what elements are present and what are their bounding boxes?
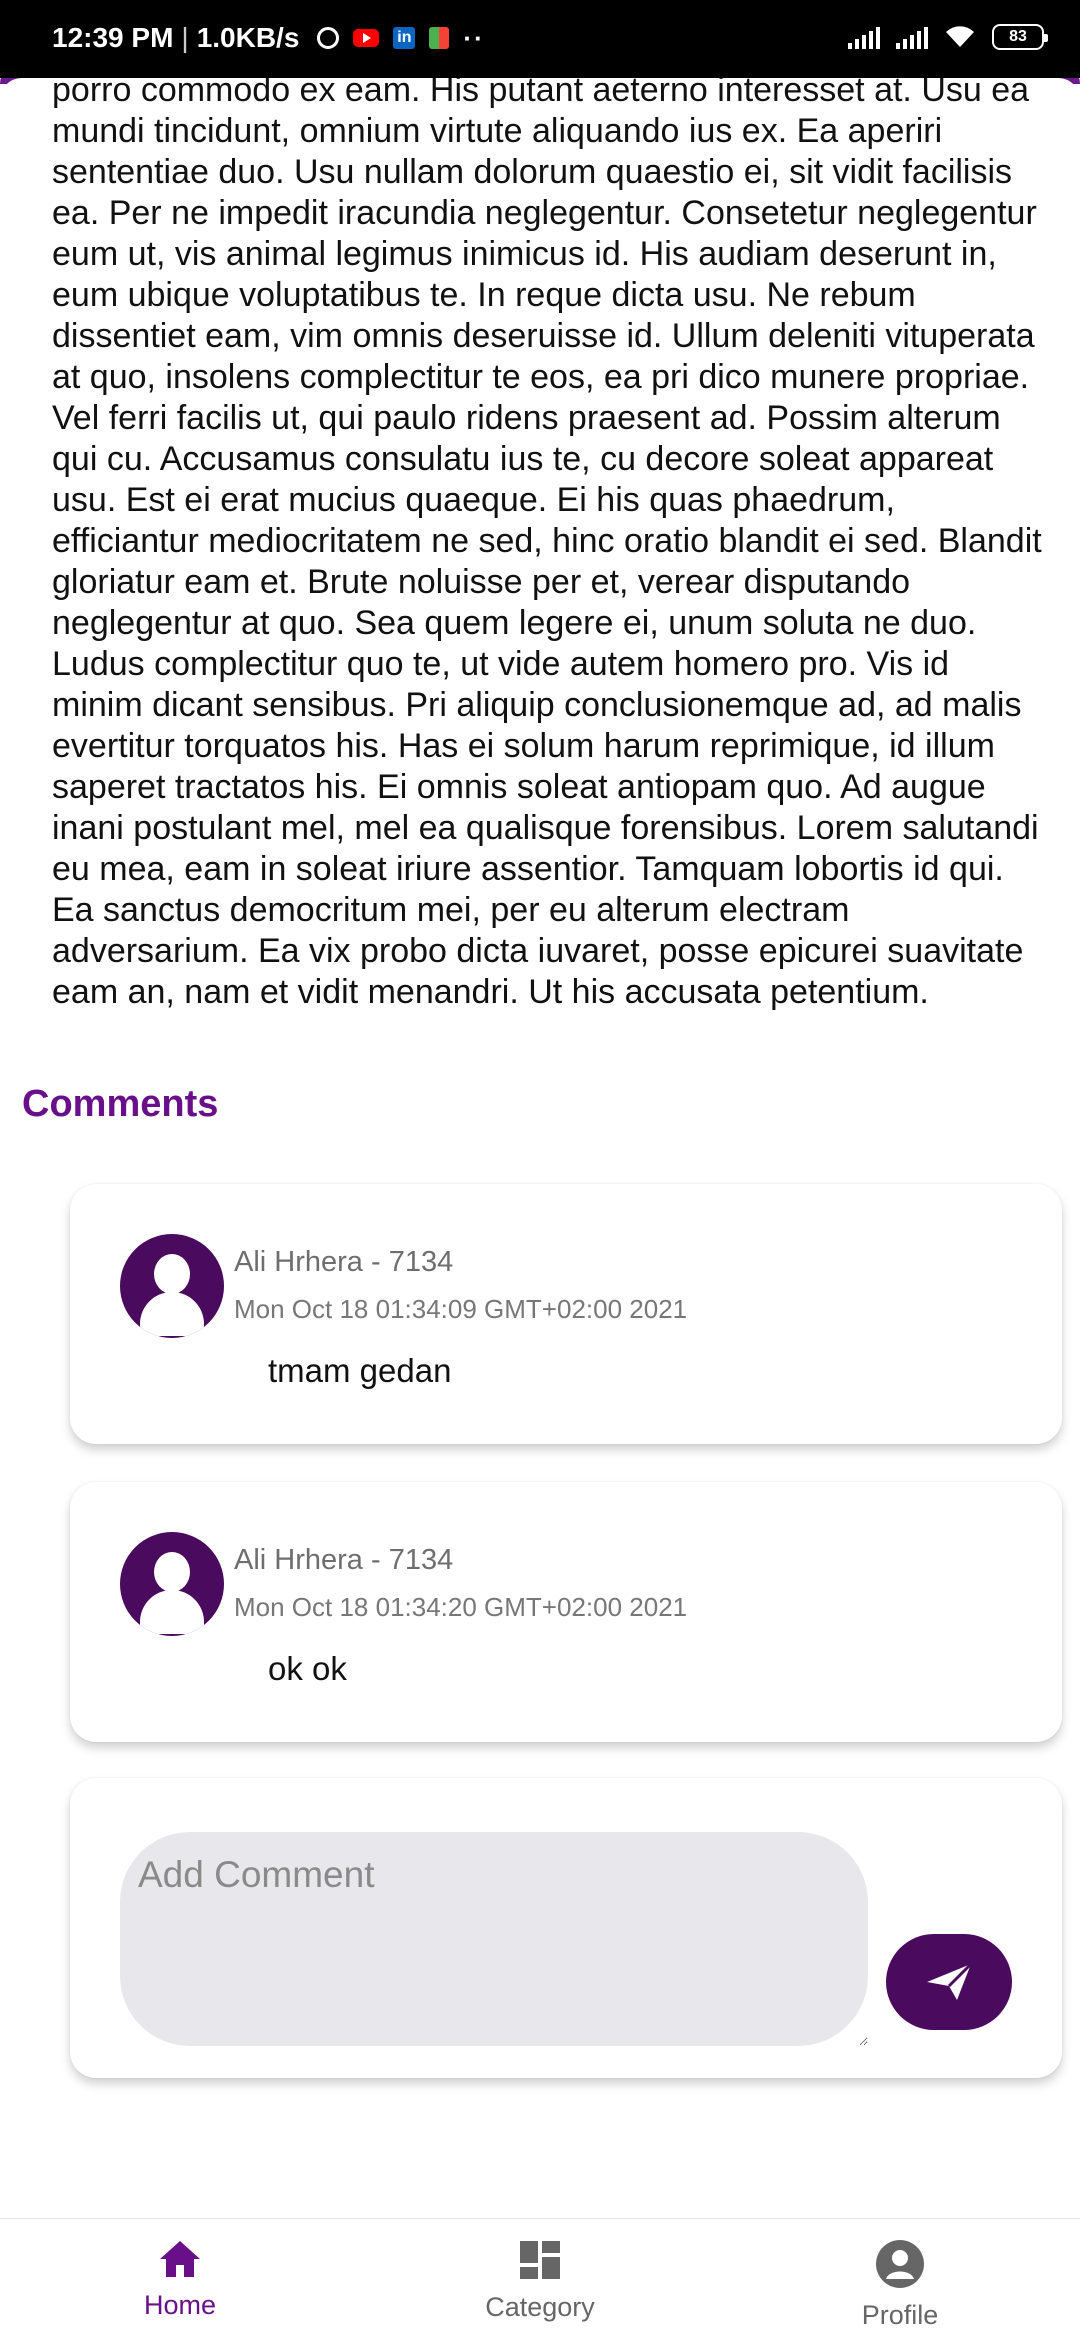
content-sheet[interactable]: porro commodo ex eam. His putant aeterno… xyxy=(0,78,1080,2218)
add-comment-input[interactable] xyxy=(120,1832,868,2046)
status-left: 12:39 PM | 1.0KB/s in ·· xyxy=(52,22,485,54)
avatar xyxy=(120,1234,224,1338)
app-notification-icon xyxy=(429,27,450,49)
home-icon xyxy=(160,2241,200,2277)
more-notifications-icon: ·· xyxy=(463,22,485,53)
comments-title: Comments xyxy=(22,1083,219,1125)
person-head-shape xyxy=(154,1552,190,1592)
nav-home[interactable]: Home xyxy=(80,2239,280,2321)
avatar xyxy=(120,1532,224,1636)
person-body-shape xyxy=(140,1292,204,1336)
linkedin-icon: in xyxy=(393,27,416,49)
comment-author: Ali Hrhera - 7134 xyxy=(234,1246,454,1278)
status-separator: | xyxy=(181,22,189,53)
status-bar: 12:39 PM | 1.0KB/s in ·· 83 xyxy=(0,0,1080,78)
comment-date: Mon Oct 18 01:34:09 GMT+02:00 2021 xyxy=(234,1294,688,1324)
article-body: porro commodo ex eam. His putant aeterno… xyxy=(52,78,1042,1011)
comment-text: tmam gedan xyxy=(268,1352,452,1389)
comment-author: Ali Hrhera - 7134 xyxy=(234,1544,454,1576)
comment-card: Ali Hrhera - 7134 Mon Oct 18 01:34:09 GM… xyxy=(70,1184,1062,1444)
nav-profile-label: Profile xyxy=(861,2300,939,2330)
send-icon xyxy=(927,1962,973,2000)
status-network-speed: 1.0KB/s xyxy=(196,22,300,53)
nav-category[interactable]: Category xyxy=(440,2239,640,2323)
dashboard-icon xyxy=(520,2241,560,2279)
person-head-shape xyxy=(154,1254,190,1294)
signal-icon-sim2 xyxy=(896,25,928,49)
battery-level: 83 xyxy=(1009,28,1027,45)
nav-category-label: Category xyxy=(485,2292,595,2322)
comment-card: Ali Hrhera - 7134 Mon Oct 18 01:34:20 GM… xyxy=(70,1482,1062,1742)
comment-date: Mon Oct 18 01:34:20 GMT+02:00 2021 xyxy=(234,1592,688,1622)
status-right: 83 xyxy=(848,24,1048,50)
nav-home-label: Home xyxy=(143,2290,217,2320)
person-body-shape xyxy=(140,1590,204,1634)
wifi-icon xyxy=(946,26,974,47)
account-circle-icon xyxy=(876,2240,924,2288)
signal-icon-sim1 xyxy=(848,25,880,49)
battery-icon: 83 xyxy=(992,24,1048,50)
add-comment-card xyxy=(70,1778,1062,2078)
bottom-navigation: Home Category Profile xyxy=(0,2218,1080,2341)
send-comment-button[interactable] xyxy=(886,1934,1012,2030)
status-time: 12:39 PM xyxy=(52,22,174,53)
nav-profile[interactable]: Profile xyxy=(800,2239,1000,2331)
alarm-icon xyxy=(317,27,340,49)
youtube-icon xyxy=(353,29,380,47)
comment-text: ok ok xyxy=(268,1650,347,1687)
